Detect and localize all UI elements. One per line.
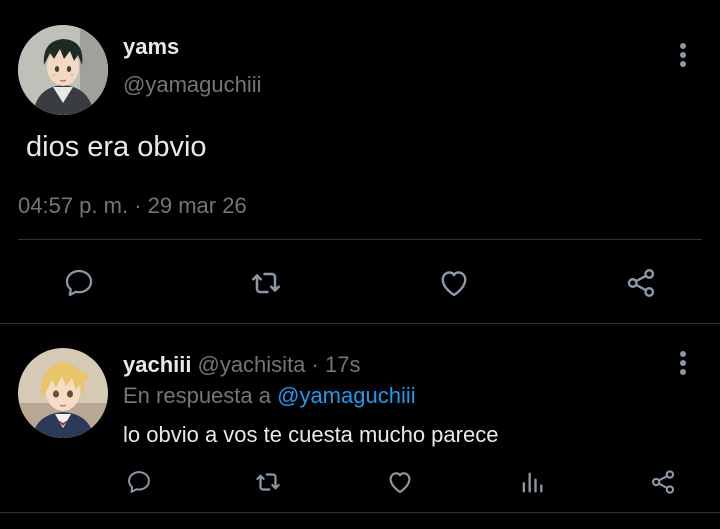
like-icon <box>441 271 467 297</box>
divider <box>0 512 720 513</box>
replying-to: En respuesta a @yamaguchiii <box>123 383 416 409</box>
share-icon <box>627 269 655 297</box>
divider <box>0 323 720 324</box>
share-icon <box>651 470 675 494</box>
more-options-icon[interactable] <box>673 349 693 377</box>
reply-button[interactable] <box>123 466 155 498</box>
tweet-age: 17s <box>324 352 361 377</box>
more-options-icon[interactable] <box>673 41 693 69</box>
analytics-icon <box>522 472 543 493</box>
display-name[interactable]: yachiii <box>123 352 191 377</box>
avatar[interactable] <box>18 25 108 115</box>
tweet-time: 04:57 p. m. <box>18 193 129 218</box>
display-name[interactable]: yams <box>123 34 179 60</box>
share-button[interactable] <box>647 466 679 498</box>
like-button[interactable] <box>434 263 474 303</box>
user-avatar-icon <box>18 348 108 438</box>
user-handle-text: @yachisita <box>197 352 306 377</box>
tweet-date: 29 mar 26 <box>147 193 247 218</box>
analytics-button[interactable] <box>516 466 548 498</box>
reply-button[interactable] <box>59 263 99 303</box>
timestamp-separator: · <box>128 193 148 218</box>
retweet-icon <box>251 272 281 294</box>
reply-prefix: En respuesta a <box>123 383 278 408</box>
reply-icon <box>128 471 150 493</box>
header-separator: · <box>305 352 325 377</box>
share-button[interactable] <box>621 263 661 303</box>
tweet-text: lo obvio a vos te cuesta mucho parece <box>123 422 499 447</box>
retweet-button[interactable] <box>246 263 286 303</box>
reply-icon <box>65 269 93 297</box>
retweet-button[interactable] <box>252 466 284 498</box>
retweet-icon <box>256 473 280 491</box>
avatar[interactable] <box>18 348 108 438</box>
like-icon <box>389 472 411 494</box>
like-button[interactable] <box>384 466 416 498</box>
tweet-text: dios era obvio <box>26 131 207 163</box>
user-handle[interactable]: @yachisita · 17s <box>197 352 360 377</box>
tweet-timestamp[interactable]: 04:57 p. m. · 29 mar 26 <box>18 193 247 219</box>
user-avatar-icon <box>18 25 108 115</box>
user-handle[interactable]: @yamaguchiii <box>123 72 262 98</box>
divider <box>18 239 702 240</box>
mention-link[interactable]: @yamaguchiii <box>277 383 416 408</box>
reply-header: yachiii @yachisita · 17s <box>123 352 360 378</box>
